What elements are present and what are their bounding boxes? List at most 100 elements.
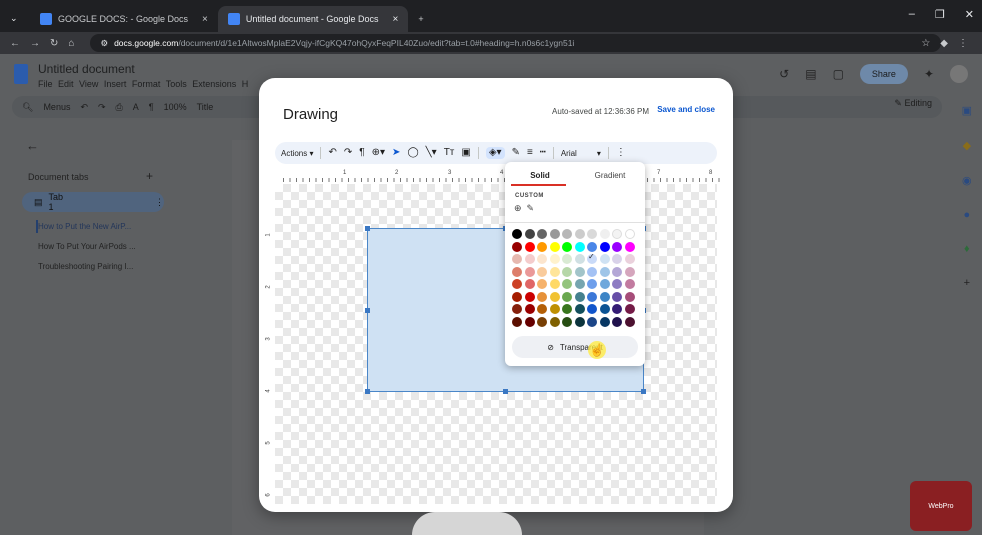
add-custom-color-icon[interactable]: ⊕ [514, 203, 522, 214]
search-menus-icon[interactable]: 🔍︎ [22, 102, 33, 113]
color-swatch[interactable] [524, 229, 535, 239]
color-swatch[interactable] [587, 266, 597, 277]
color-swatch[interactable] [624, 279, 635, 289]
color-swatch[interactable] [537, 266, 547, 277]
color-swatch[interactable] [537, 304, 547, 314]
color-swatch[interactable] [599, 279, 610, 289]
color-swatch[interactable] [624, 304, 635, 314]
color-swatch[interactable] [599, 291, 610, 302]
paint-format-icon[interactable]: ¶ [359, 148, 364, 158]
font-select[interactable]: Arial ▾ [561, 149, 601, 158]
fill-color-icon[interactable]: ◈▾ [485, 147, 505, 159]
color-swatch[interactable] [549, 254, 560, 264]
color-swatch[interactable] [612, 279, 622, 289]
color-swatch[interactable] [524, 266, 535, 277]
color-swatch[interactable] [624, 316, 635, 327]
menus-search[interactable]: Menus [43, 102, 70, 112]
color-swatch[interactable] [549, 241, 560, 252]
redo-icon[interactable]: ↷ [344, 148, 352, 158]
color-swatch[interactable] [512, 254, 522, 264]
color-swatch[interactable] [624, 291, 635, 302]
color-swatch[interactable] [549, 291, 560, 302]
history-icon[interactable]: ↺ [779, 67, 789, 81]
calendar-icon[interactable]: ▣ [962, 104, 972, 117]
color-swatch[interactable] [549, 266, 560, 277]
save-and-close-button[interactable]: Save and close [657, 105, 715, 114]
color-swatch[interactable] [599, 229, 610, 239]
forward-icon[interactable]: → [30, 38, 40, 49]
close-tab-icon[interactable]: × [392, 14, 398, 25]
close-tab-icon[interactable]: × [202, 14, 208, 25]
color-swatch[interactable] [512, 229, 522, 239]
transparent-button[interactable]: ⊘ Transparent [512, 336, 638, 358]
color-swatch[interactable] [524, 304, 535, 314]
keep-icon[interactable]: ◆ [963, 139, 971, 152]
color-swatch[interactable] [512, 304, 522, 314]
color-swatch[interactable] [624, 241, 635, 252]
color-swatch[interactable] [562, 229, 572, 239]
color-swatch[interactable] [599, 316, 610, 327]
docs-menu-bar[interactable]: File Edit View Insert Format Tools Exten… [38, 79, 248, 89]
tab-search-icon[interactable]: ⌄ [0, 13, 30, 32]
site-info-icon[interactable]: ⚙ [100, 38, 108, 49]
color-swatch[interactable] [587, 229, 597, 239]
drawing-canvas[interactable] [275, 184, 717, 504]
resize-handle[interactable] [365, 226, 370, 231]
color-swatch[interactable] [599, 241, 610, 252]
minimize-icon[interactable]: – [909, 8, 915, 21]
color-swatch[interactable] [537, 241, 547, 252]
color-swatch[interactable] [574, 229, 585, 239]
url-field[interactable]: ⚙ docs.google.com /document/d/1e1AltwosM… [90, 34, 942, 52]
color-swatch[interactable] [562, 304, 572, 314]
color-swatch[interactable] [574, 316, 585, 327]
tab-gradient[interactable]: Gradient [575, 162, 645, 186]
color-swatch[interactable] [587, 316, 597, 327]
share-button[interactable]: Share [859, 64, 908, 84]
color-swatch[interactable] [524, 241, 535, 252]
print-icon[interactable]: ⎙ [116, 102, 123, 113]
gemini-icon[interactable]: ✦ [924, 67, 934, 81]
zoom-icon[interactable]: ⊕▾ [372, 148, 385, 158]
resize-handle[interactable] [365, 389, 370, 394]
meet-icon[interactable]: ▢ [833, 67, 844, 81]
color-swatch[interactable] [624, 229, 635, 239]
browser-tab-2[interactable]: Untitled document - Google Docs × [217, 6, 409, 32]
color-swatch[interactable] [624, 254, 635, 264]
color-swatch[interactable] [574, 304, 585, 314]
color-swatch[interactable] [612, 241, 622, 252]
maps-icon[interactable]: ♦ [964, 243, 970, 255]
more-options-icon[interactable]: ⋮ [155, 197, 164, 208]
color-swatch[interactable] [549, 304, 560, 314]
color-swatch[interactable] [512, 316, 522, 327]
outline-item[interactable]: How To Put Your AirPods ... [38, 242, 136, 251]
editing-mode[interactable]: ✎ Editing [894, 98, 932, 109]
contacts-icon[interactable]: ● [963, 209, 970, 221]
outline-item[interactable]: Troubleshooting Pairing I... [38, 262, 133, 271]
color-swatch[interactable] [574, 291, 585, 302]
home-icon[interactable]: ⌂ [68, 38, 74, 49]
shape-icon[interactable]: ◯ [407, 148, 418, 158]
tasks-icon[interactable]: ◉ [962, 174, 972, 187]
color-swatch[interactable] [574, 279, 585, 289]
select-icon[interactable]: ➤ [392, 148, 400, 158]
color-swatch[interactable] [512, 291, 522, 302]
color-swatch[interactable] [562, 316, 572, 327]
undo-icon[interactable]: ↶ [328, 148, 336, 158]
border-weight-icon[interactable]: ≡ [527, 148, 533, 158]
color-swatch[interactable] [524, 291, 535, 302]
docs-logo-icon[interactable] [14, 64, 28, 84]
resize-handle[interactable] [503, 389, 508, 394]
color-swatch[interactable] [549, 229, 560, 239]
style-select[interactable]: Title [197, 102, 214, 112]
color-swatch[interactable] [587, 291, 597, 302]
color-swatch[interactable] [537, 229, 547, 239]
color-swatch[interactable] [562, 279, 572, 289]
color-swatch[interactable] [599, 304, 610, 314]
color-swatch[interactable] [562, 291, 572, 302]
back-icon[interactable]: ← [10, 38, 20, 49]
image-icon[interactable]: ▣ [461, 148, 470, 158]
paint-format-icon[interactable]: ¶ [149, 102, 154, 112]
tab-solid[interactable]: Solid [505, 162, 575, 186]
color-swatch[interactable] [587, 279, 597, 289]
color-swatch[interactable] [537, 316, 547, 327]
